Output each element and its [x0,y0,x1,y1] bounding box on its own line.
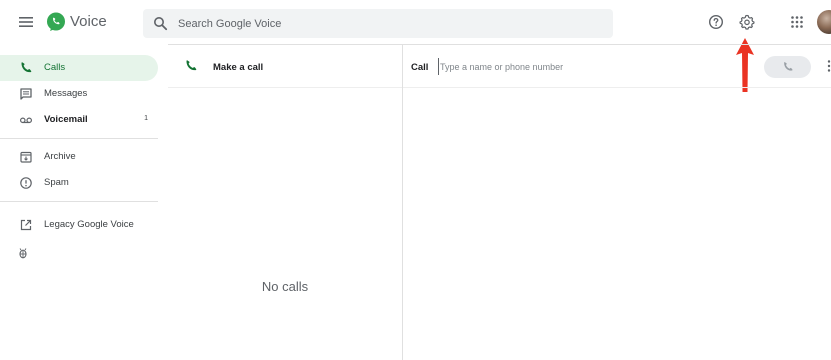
sidebar-item-spam[interactable]: Spam [0,170,158,196]
sidebar-item-label: Voicemail [44,114,88,125]
phone-icon [186,60,197,71]
settings-gear-icon[interactable] [739,14,755,30]
message-icon [20,88,32,100]
sidebar-divider [0,138,158,139]
more-vert-icon[interactable] [827,59,831,73]
sidebar-item-voicemail[interactable]: Voicemail 1 [0,107,158,133]
sidebar-item-label: Legacy Google Voice [44,219,134,230]
calls-list-pane: Make a call No calls [168,44,403,360]
phone-icon [784,62,793,71]
sidebar-item-messages[interactable]: Messages [0,81,158,107]
open-in-new-icon [20,219,32,231]
archive-icon [20,151,32,163]
call-button[interactable] [764,56,811,78]
voicemail-count-badge: 1 [144,115,148,122]
spam-icon [20,177,32,189]
sidebar-nav: Calls Messages Voicemail 1 Archive Spam … [0,44,168,360]
sidebar-item-archive[interactable]: Archive [0,144,158,170]
search-icon[interactable] [153,16,168,31]
phone-number-input[interactable] [440,58,740,75]
sidebar-item-calls[interactable]: Calls [0,55,158,81]
phone-icon [21,62,32,73]
top-app-bar: Voice [0,0,831,44]
search-input[interactable] [178,14,598,33]
voicemail-icon [19,117,33,124]
sidebar-item-label: Calls [44,62,66,73]
search-bar[interactable] [143,9,613,38]
make-a-call-button[interactable]: Make a call [168,45,402,88]
sidebar-item-label: Archive [44,151,76,162]
call-pane: Call [403,44,831,360]
text-cursor [438,58,439,75]
bug-report-icon[interactable] [17,247,29,259]
app-title: Voice [70,13,107,30]
call-label: Call [411,62,429,73]
sidebar-divider [0,201,158,202]
google-voice-logo-icon[interactable] [45,11,67,33]
help-icon[interactable] [708,14,724,30]
account-avatar[interactable] [817,10,831,34]
sidebar-item-label: Messages [44,88,88,99]
menu-icon[interactable] [17,13,35,31]
empty-state-text: No calls [261,279,309,294]
call-bar: Call [403,45,831,88]
sidebar-item-legacy-google-voice[interactable]: Legacy Google Voice [0,212,158,238]
make-a-call-label: Make a call [213,62,264,73]
apps-grid-icon[interactable] [789,14,805,30]
sidebar-item-label: Spam [44,177,69,188]
